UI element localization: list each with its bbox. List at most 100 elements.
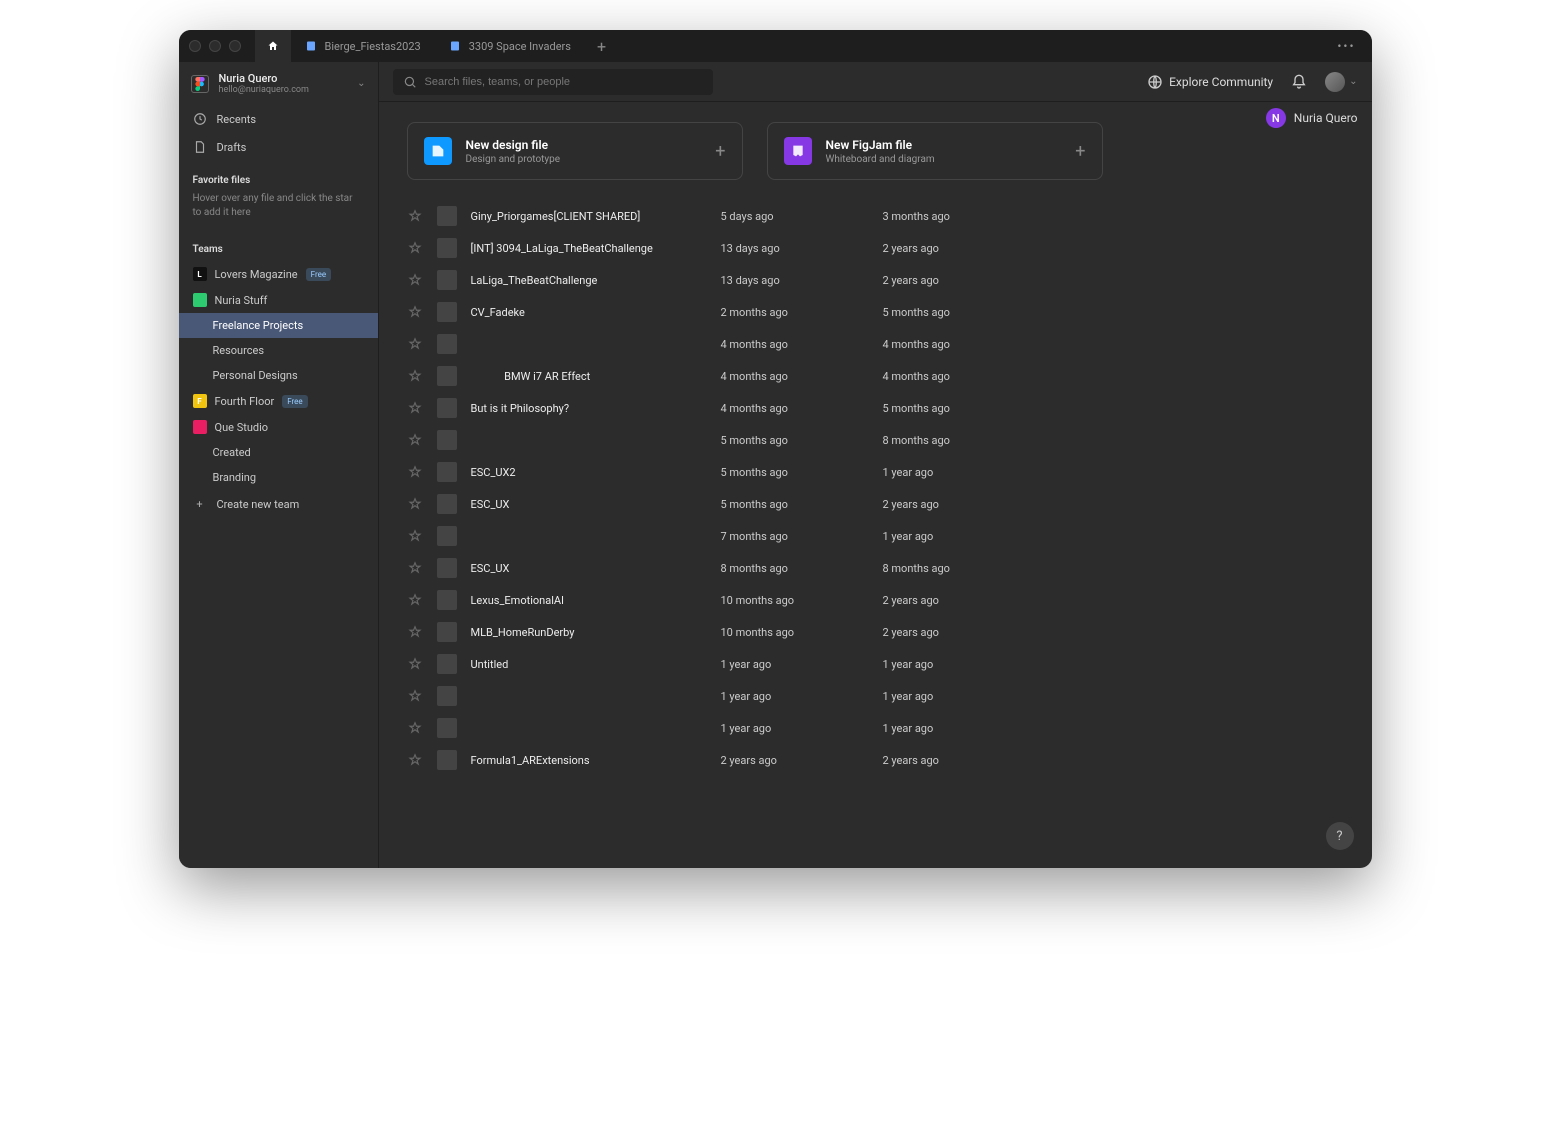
file-thumbnail (437, 238, 457, 258)
file-name: Formula1_ARExtensions (471, 754, 707, 767)
star-icon[interactable] (407, 720, 423, 736)
account-switcher[interactable]: Nuria Quero hello@nuriaquero.com ⌄ (179, 62, 378, 105)
star-icon[interactable] (407, 336, 423, 352)
maximize-window-icon[interactable] (229, 40, 241, 52)
file-row[interactable]: LaLiga_TheBeatChallenge13 days ago2 year… (407, 264, 1344, 296)
edited-time: 1 year ago (721, 722, 869, 735)
star-icon[interactable] (407, 368, 423, 384)
file-row[interactable]: Giny_Priorgames[CLIENT SHARED]5 days ago… (407, 200, 1344, 232)
profile-menu[interactable]: ⌄ (1325, 72, 1357, 92)
search-icon (403, 75, 417, 89)
search-box[interactable] (393, 69, 713, 95)
new-figjam-file-card[interactable]: New FigJam file Whiteboard and diagram + (767, 122, 1103, 180)
star-icon[interactable] (407, 432, 423, 448)
file-name: LaLiga_TheBeatChallenge (471, 274, 707, 287)
edited-time: 4 months ago (721, 402, 869, 415)
star-icon[interactable] (407, 464, 423, 480)
favorites-hint: Hover over any file and click the star t… (179, 192, 378, 230)
file-tab-1[interactable]: 3309 Space Invaders (435, 30, 585, 62)
file-row[interactable]: 5 months ago 8 months ago (407, 424, 1344, 456)
file-row[interactable]: 4 months ago4 months ago (407, 328, 1344, 360)
free-badge: Free (282, 395, 307, 408)
star-icon[interactable] (407, 304, 423, 320)
user-email: hello@nuriaquero.com (219, 85, 348, 95)
team-item[interactable]: Que Studio (179, 414, 378, 440)
body: Nuria Quero hello@nuriaquero.com ⌄ Recen… (179, 62, 1372, 868)
file-row[interactable]: BMW i7 AR Effect4 months ago4 months ago (407, 360, 1344, 392)
star-icon[interactable] (407, 272, 423, 288)
team-name: Nuria Stuff (215, 294, 268, 307)
edited-time: 13 days ago (721, 242, 869, 255)
file-row[interactable]: ESC_UX5 months ago2 years ago (407, 488, 1344, 520)
minimize-window-icon[interactable] (209, 40, 221, 52)
project-item[interactable]: Branding (179, 465, 378, 490)
file-name: Untitled (471, 658, 707, 671)
file-row[interactable]: But is it Philosophy?4 months ago5 month… (407, 392, 1344, 424)
member-name: Nuria Quero (1294, 111, 1358, 125)
star-icon[interactable] (407, 560, 423, 576)
file-name: Giny_Priorgames[CLIENT SHARED] (471, 210, 707, 223)
new-design-file-card[interactable]: New design file Design and prototype + (407, 122, 743, 180)
notifications-button[interactable] (1291, 74, 1307, 90)
content-scroll[interactable]: N Nuria Quero New design file Design and… (379, 102, 1372, 868)
team-name: Lovers Magazine (215, 268, 298, 281)
file-row[interactable]: 1 year ago1 year ago (407, 680, 1344, 712)
project-item[interactable]: Resources (179, 338, 378, 363)
star-icon[interactable] (407, 752, 423, 768)
titlebar-menu[interactable]: ••• (1331, 39, 1361, 53)
create-team-button[interactable]: + Create new team (179, 490, 378, 518)
file-row[interactable]: ESC_UX25 months ago1 year ago (407, 456, 1344, 488)
nav-recents[interactable]: Recents (179, 105, 378, 133)
close-window-icon[interactable] (189, 40, 201, 52)
favorites-title: Favorite files (179, 161, 378, 192)
help-button[interactable]: ? (1326, 822, 1354, 850)
file-row[interactable]: 1 year ago1 year ago (407, 712, 1344, 744)
star-icon[interactable] (407, 528, 423, 544)
star-icon[interactable] (407, 496, 423, 512)
project-item[interactable]: Created (179, 440, 378, 465)
edited-time: 4 months ago (721, 370, 869, 383)
card-subtitle: Whiteboard and diagram (826, 154, 1062, 165)
star-icon[interactable] (407, 656, 423, 672)
file-row[interactable]: ESC_UX8 months ago8 months ago (407, 552, 1344, 584)
team-item[interactable]: LLovers MagazineFree (179, 261, 378, 287)
member-chip[interactable]: N Nuria Quero (1266, 108, 1358, 128)
edited-time: 1 year ago (721, 658, 869, 671)
file-name: CV_Fadeke (471, 306, 707, 319)
file-row[interactable]: Formula1_ARExtensions2 years ago2 years … (407, 744, 1344, 776)
file-name: Lexus_EmotionalAI (471, 594, 707, 607)
explore-community-link[interactable]: Explore Community (1147, 74, 1273, 90)
file-row[interactable]: Lexus_EmotionalAI10 months ago2 years ag… (407, 584, 1344, 616)
file-tab-0[interactable]: Bierge_Fiestas2023 (291, 30, 435, 62)
edited-time: 10 months ago (721, 594, 869, 607)
star-icon[interactable] (407, 208, 423, 224)
star-icon[interactable] (407, 240, 423, 256)
star-icon[interactable] (407, 688, 423, 704)
project-item[interactable]: Personal Designs (179, 363, 378, 388)
file-row[interactable]: MLB_HomeRunDerby10 months ago2 years ago (407, 616, 1344, 648)
nav-drafts[interactable]: Drafts (179, 133, 378, 161)
star-icon[interactable] (407, 624, 423, 640)
file-thumbnail (437, 334, 457, 354)
file-name: ESC_UX (471, 498, 707, 511)
file-row[interactable]: Untitled1 year ago1 year ago (407, 648, 1344, 680)
team-item[interactable]: FFourth FloorFree (179, 388, 378, 414)
project-item[interactable]: Freelance Projects (179, 313, 378, 338)
edited-time: 5 months ago (721, 434, 869, 447)
star-icon[interactable] (407, 400, 423, 416)
search-input[interactable] (425, 76, 703, 88)
home-tab[interactable] (255, 30, 291, 62)
file-row[interactable]: [INT] 3094_LaLiga_TheBeatChallenge13 day… (407, 232, 1344, 264)
team-badge-icon: F (193, 394, 207, 408)
team-badge-icon (193, 293, 207, 307)
edited-time: 4 months ago (721, 338, 869, 351)
file-row[interactable]: CV_Fadeke2 months ago5 months ago (407, 296, 1344, 328)
bell-icon (1291, 74, 1307, 90)
star-icon[interactable] (407, 592, 423, 608)
created-time: 2 years ago (883, 274, 1031, 287)
team-item[interactable]: Nuria Stuff (179, 287, 378, 313)
new-tab-button[interactable]: + (585, 37, 618, 56)
new-file-cards: New design file Design and prototype + N… (379, 102, 1372, 200)
created-time: 8 months ago (883, 434, 1031, 447)
file-row[interactable]: 7 months ago1 year ago (407, 520, 1344, 552)
